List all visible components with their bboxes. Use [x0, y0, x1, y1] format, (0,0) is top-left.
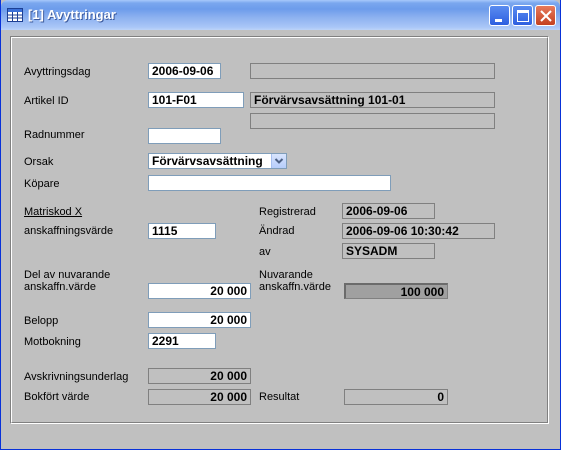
- title-bar[interactable]: [1] Avyttringar: [1, 0, 560, 30]
- orsak-label: Orsak: [24, 156, 54, 168]
- kopare-input[interactable]: [148, 175, 391, 191]
- del-av-label-line2: anskaffn.värde: [24, 281, 96, 293]
- artikel-id-label: Artikel ID: [24, 95, 69, 107]
- avyttringar-window: [1] Avyttringar Avyttringsdag 2006-09-06…: [0, 0, 561, 450]
- andrad-label: Ändrad: [259, 225, 295, 237]
- bokfort-varde-field: 20 000: [148, 389, 251, 405]
- avskrivningsunderlag-field: 20 000: [148, 368, 251, 384]
- kopare-label: Köpare: [24, 178, 60, 190]
- av-label: av: [259, 246, 271, 258]
- window-client: Avyttringsdag 2006-09-06 Artikel ID 101-…: [5, 30, 556, 444]
- registrerad-field: 2006-09-06: [342, 203, 435, 219]
- resultat-label: Resultat: [259, 391, 300, 403]
- resultat-field: 0: [344, 389, 448, 405]
- anskaffningsvarde-label: anskaffningsvärde: [24, 225, 114, 237]
- nuvarande-field: 100 000: [344, 283, 448, 299]
- form-panel-inner: Avyttringsdag 2006-09-06 Artikel ID 101-…: [11, 37, 548, 423]
- chevron-down-icon[interactable]: [271, 154, 286, 168]
- matriskod-label: Matriskod X: [24, 206, 83, 218]
- artikel-id-input[interactable]: 101-F01: [148, 92, 244, 108]
- andrad-field: 2006-09-06 10:30:42: [342, 223, 495, 239]
- orsak-dropdown[interactable]: Förvärvsavsättning: [148, 153, 287, 169]
- nuvarande-label-line2: anskaffn.värde: [259, 281, 331, 293]
- avskrivningsunderlag-label: Avskrivningsunderlag: [24, 371, 129, 383]
- orsak-selected-value: Förvärvsavsättning: [152, 154, 263, 168]
- matriskod-input[interactable]: 1115: [148, 223, 216, 239]
- registrerad-label: Registrerad: [259, 206, 316, 218]
- close-icon: [540, 10, 552, 22]
- avyttringsdag-label: Avyttringsdag: [24, 66, 91, 78]
- motbokning-input[interactable]: 2291: [148, 333, 216, 349]
- motbokning-label: Motbokning: [24, 336, 81, 348]
- artikel-description-field: Förvärvsavsättning 101-01: [250, 92, 495, 108]
- av-field: SYSADM: [342, 243, 435, 259]
- artikel-extra-field: [250, 113, 495, 129]
- avyttringsdag-input[interactable]: 2006-09-06: [148, 63, 221, 79]
- avyttringsdag-info-field: [250, 63, 495, 79]
- belopp-label: Belopp: [24, 315, 59, 327]
- belopp-input[interactable]: 20 000: [148, 312, 251, 328]
- minimize-icon: [495, 19, 502, 22]
- maximize-icon: [517, 10, 529, 22]
- form-panel: Avyttringsdag 2006-09-06 Artikel ID 101-…: [10, 36, 549, 424]
- del-av-nuvarande-input[interactable]: 20 000: [148, 283, 251, 299]
- radnummer-label: Radnummer: [24, 129, 85, 141]
- table-icon[interactable]: [7, 8, 23, 22]
- bokfort-varde-label: Bokfört värde: [24, 391, 90, 403]
- close-button[interactable]: [535, 5, 556, 26]
- maximize-button[interactable]: [512, 5, 533, 26]
- radnummer-input[interactable]: [148, 128, 221, 144]
- window-title: [1] Avyttringar: [28, 7, 116, 22]
- minimize-button[interactable]: [489, 5, 510, 26]
